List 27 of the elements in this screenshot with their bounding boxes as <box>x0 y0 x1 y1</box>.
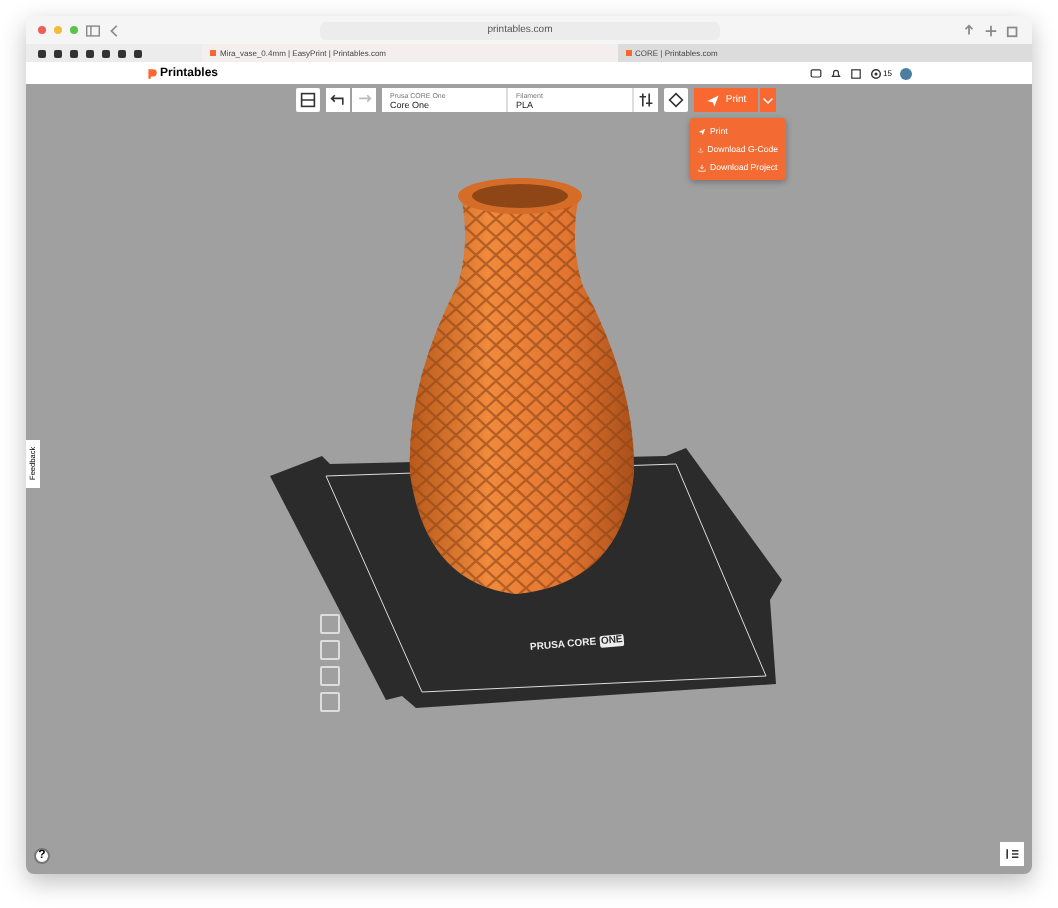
share-icon[interactable] <box>962 23 976 37</box>
avatar[interactable] <box>900 67 912 79</box>
diamond-icon <box>668 92 684 108</box>
sidebar-icon[interactable] <box>86 23 100 37</box>
list-icon <box>1004 846 1020 862</box>
back-icon[interactable] <box>108 23 122 37</box>
logo-icon[interactable] <box>146 67 158 79</box>
caret-icon <box>762 94 774 106</box>
sliders-icon <box>638 92 654 108</box>
close-window-button[interactable] <box>38 26 46 34</box>
bed-view-button[interactable] <box>664 88 688 112</box>
download-icon <box>698 163 706 171</box>
bell-icon[interactable] <box>829 67 842 79</box>
tabs-overview-icon[interactable] <box>1006 23 1020 37</box>
undo-icon <box>330 92 346 108</box>
settings-sliders-button[interactable] <box>634 88 658 112</box>
chat-icon[interactable] <box>809 67 822 79</box>
send-icon <box>705 93 720 107</box>
download-icon <box>698 145 704 153</box>
new-tab-icon[interactable] <box>984 23 998 37</box>
send-icon <box>698 127 706 135</box>
layout-icon <box>300 92 316 108</box>
legend-button[interactable] <box>1000 842 1024 866</box>
layout-button[interactable] <box>296 88 320 112</box>
redo-icon <box>356 92 372 108</box>
undo-button[interactable] <box>326 88 350 112</box>
gear-icon[interactable] <box>869 67 882 79</box>
